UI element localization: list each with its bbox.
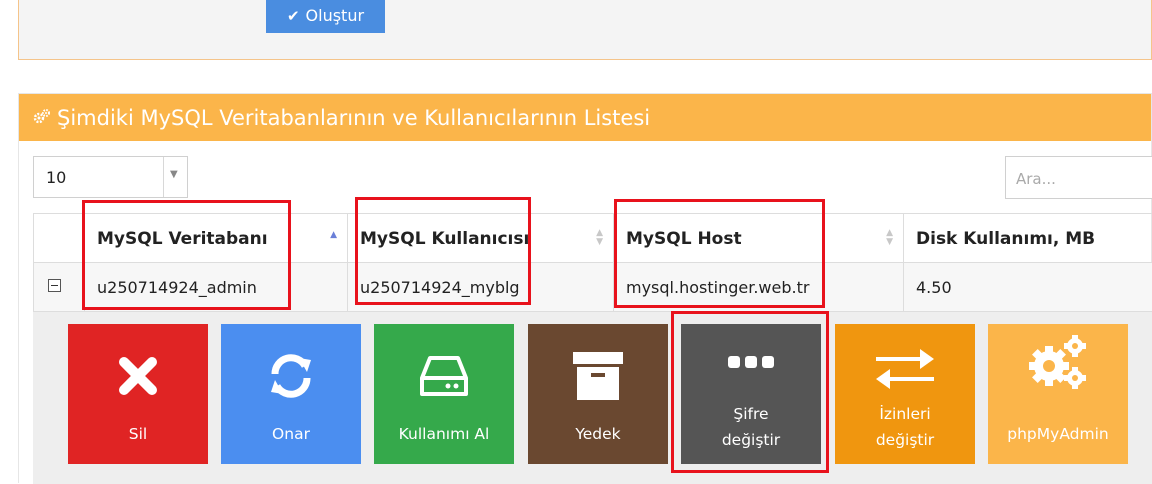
cell-disk-usage: 4.50 [903, 263, 1152, 311]
cell-text: u250714924_admin [97, 278, 257, 297]
column-header-database[interactable]: MySQL Veritabanı ▲ [84, 214, 347, 262]
select-divider [163, 157, 164, 197]
sort-asc-icon: ▲ [330, 230, 337, 240]
change-permissions-button[interactable]: İzinleri değiştir [835, 324, 975, 464]
search-input[interactable]: Ara... [1005, 156, 1152, 199]
table-row: u250714924_admin u250714924_myblg mysql.… [33, 263, 1152, 312]
hard-drive-icon [374, 346, 514, 406]
cell-user: u250714924_myblg [347, 263, 613, 311]
backup-label: Yedek [575, 425, 621, 443]
column-header-disk-usage[interactable]: Disk Kullanımı, MB [903, 214, 1152, 262]
close-icon [68, 346, 208, 406]
change-password-label: Şifre değiştir [681, 401, 821, 453]
cell-database: u250714924_admin [84, 263, 347, 311]
cell-host: mysql.hostinger.web.tr [613, 263, 903, 311]
expand-column-header [33, 214, 84, 262]
database-list-panel: Şimdiki MySQL Veritabanlarının ve Kullan… [18, 93, 1152, 484]
backup-button[interactable]: Yedek [528, 324, 668, 464]
delete-label: Sil [128, 425, 148, 443]
column-header-user[interactable]: MySQL Kullanıcısı ▲ ▼ [347, 214, 613, 262]
collapse-icon[interactable] [48, 279, 61, 292]
cell-text: u250714924_myblg [360, 278, 520, 297]
phpmyadmin-label: phpMyAdmin [1007, 425, 1109, 443]
cell-text: 4.50 [916, 278, 952, 297]
exchange-icon [835, 338, 975, 398]
get-usage-button[interactable]: Kullanımı Al [374, 324, 514, 464]
chevron-down-icon: ▼ [170, 169, 178, 180]
create-panel [18, 0, 1152, 60]
check-icon: ✔ [286, 6, 300, 25]
gears-icon [988, 332, 1128, 392]
refresh-icon [221, 346, 361, 406]
sort-icon: ▲ ▼ [886, 228, 893, 247]
table-header: MySQL Veritabanı ▲ MySQL Kullanıcısı ▲ ▼ … [33, 213, 1152, 263]
page-size-select[interactable]: 10 ▼ [33, 156, 188, 198]
search-placeholder: Ara... [1016, 170, 1056, 188]
gears-icon [33, 108, 51, 128]
repair-button[interactable]: Onar [221, 324, 361, 464]
get-usage-label: Kullanımı Al [398, 425, 490, 443]
sort-icon: ▲ ▼ [596, 228, 603, 247]
create-button-label: Oluştur [305, 6, 365, 25]
change-permissions-label: İzinleri değiştir [835, 401, 975, 453]
expand-cell [33, 263, 84, 311]
label-line: Şifre [733, 405, 769, 423]
column-header-label: MySQL Veritabanı [97, 229, 268, 249]
label-line: değiştir [875, 431, 935, 449]
panel-header: Şimdiki MySQL Veritabanlarının ve Kullan… [19, 94, 1151, 141]
column-header-label: MySQL Host [626, 229, 742, 249]
phpmyadmin-button[interactable]: phpMyAdmin [988, 324, 1128, 464]
archive-icon [528, 346, 668, 406]
create-button[interactable]: ✔ Oluştur [266, 0, 385, 33]
column-header-label: MySQL Kullanıcısı [360, 229, 530, 249]
label-line: değiştir [721, 431, 781, 449]
change-password-button[interactable]: Şifre değiştir [681, 324, 821, 464]
column-header-label: Disk Kullanımı, MB [916, 229, 1096, 249]
column-header-host[interactable]: MySQL Host ▲ ▼ [613, 214, 903, 262]
repair-label: Onar [272, 425, 310, 443]
delete-button[interactable]: Sil [68, 324, 208, 464]
page-size-value: 10 [46, 168, 67, 187]
row-actions: Sil Onar Kullanımı Al Yedek Şifre değişt… [33, 312, 1152, 484]
ellipsis-icon [681, 332, 821, 392]
label-line: İzinleri [879, 405, 931, 423]
panel-title: Şimdiki MySQL Veritabanlarının ve Kullan… [57, 105, 651, 130]
cell-text: mysql.hostinger.web.tr [626, 278, 810, 297]
